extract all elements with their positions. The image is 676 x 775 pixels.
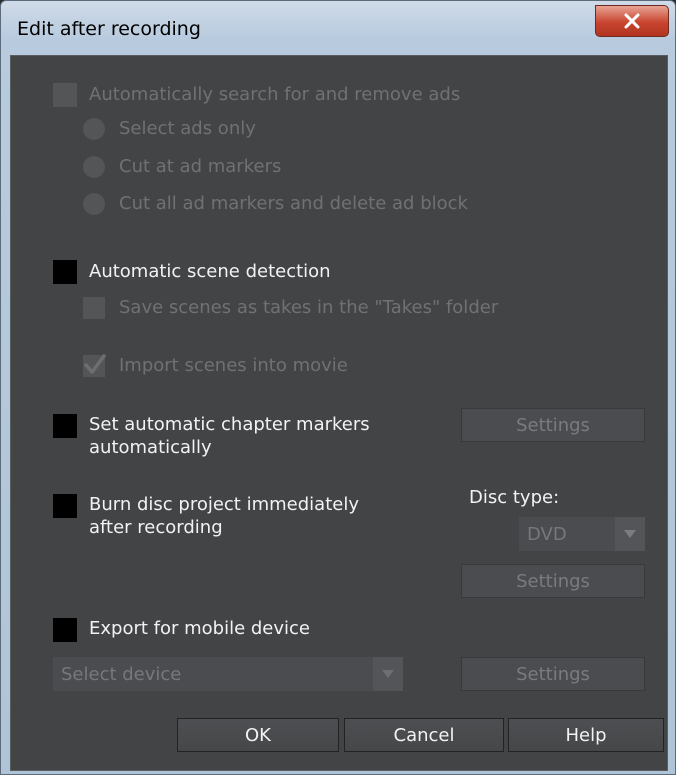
scene-detection-checkbox[interactable] [53,260,77,284]
radio-cut-at-ad-markers-label: Cut at ad markers [119,156,282,177]
ok-button[interactable]: OK [177,718,339,752]
help-button[interactable]: Help [508,718,664,752]
disc-type-dropdown[interactable]: DVD [519,517,645,551]
auto-remove-ads-checkbox[interactable] [53,83,77,107]
chapter-markers-label-line1: Set automatic chapter markers [89,414,370,435]
title-bar: Edit after recording [1,1,675,51]
auto-remove-ads-label: Automatically search for and remove ads [89,84,461,105]
export-settings-button[interactable]: Settings [461,657,645,691]
import-scenes-label: Import scenes into movie [119,355,348,376]
burn-settings-button[interactable]: Settings [461,564,645,598]
chevron-down-icon [615,517,645,551]
close-button[interactable] [595,5,669,37]
export-mobile-label: Export for mobile device [89,618,311,639]
radio-cut-at-ad-markers[interactable] [83,156,105,178]
dialog-title: Edit after recording [17,18,201,40]
radio-cut-all-delete-block[interactable] [83,193,105,215]
import-scenes-checkbox[interactable] [83,354,106,377]
disc-type-label: Disc type: [469,487,560,508]
close-icon [624,13,640,29]
chapter-markers-checkbox[interactable] [53,414,77,438]
dialog-window: Edit after recording Automatically searc… [0,0,676,775]
burn-disc-checkbox[interactable] [53,494,77,518]
chevron-down-icon [373,657,403,691]
radio-cut-all-delete-block-label: Cut all ad markers and delete ad block [119,193,468,214]
burn-disc-label-line1: Burn disc project immediately [89,494,359,515]
disc-type-value: DVD [527,523,567,545]
dialog-content: Automatically search for and remove ads … [10,55,668,771]
save-takes-checkbox[interactable] [83,297,105,319]
checkmark-icon [84,354,106,374]
select-device-dropdown[interactable]: Select device [53,657,403,691]
scene-detection-label: Automatic scene detection [89,261,331,282]
radio-select-ads-only[interactable] [83,118,105,140]
radio-select-ads-only-label: Select ads only [119,118,256,139]
burn-disc-label-line2: after recording [89,517,223,538]
cancel-button[interactable]: Cancel [344,718,504,752]
chapter-markers-label-line2: automatically [89,437,212,458]
chapter-settings-button[interactable]: Settings [461,408,645,442]
select-device-placeholder: Select device [61,663,182,685]
save-takes-label: Save scenes as takes in the "Takes" fold… [119,297,499,318]
export-mobile-checkbox[interactable] [53,618,77,642]
